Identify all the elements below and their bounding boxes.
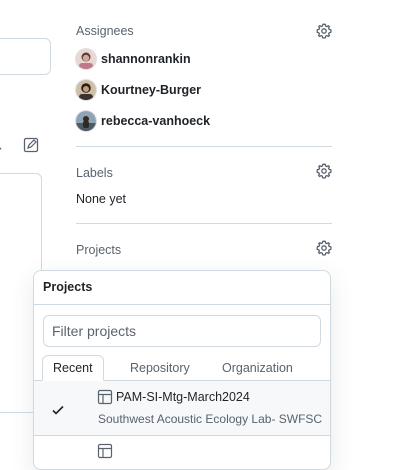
filter-projects-input[interactable] [43, 315, 321, 347]
table-icon [97, 443, 113, 464]
project-item[interactable]: PAM-SI-Mtg-March2024 Southwest Acoustic … [34, 381, 330, 435]
labels-gear-icon[interactable] [316, 163, 332, 179]
projects-popover: Projects Recent Repository Organization … [33, 270, 331, 470]
assignee-item[interactable]: shannonrankin [76, 48, 191, 70]
tab-recent[interactable]: Recent [42, 355, 104, 381]
labels-heading: Labels [76, 166, 113, 180]
section-divider [76, 146, 332, 147]
project-title: PAM-SI-Mtg-March2024 [116, 390, 250, 404]
assignees-heading: Assignees [76, 24, 134, 38]
avatar [76, 49, 96, 69]
popover-title: Projects [43, 280, 93, 294]
tab-repository[interactable]: Repository [130, 355, 190, 381]
assignee-name: rebecca-vanhoeck [101, 114, 211, 128]
row-divider [34, 435, 330, 436]
section-divider [76, 223, 332, 224]
tab-organization[interactable]: Organization [222, 355, 293, 381]
avatar [76, 111, 96, 131]
title-input-fragment[interactable] [0, 38, 51, 75]
assignee-item[interactable]: Kourtney-Burger [76, 79, 201, 101]
popover-header-divider [34, 304, 330, 305]
projects-gear-icon[interactable] [316, 240, 332, 256]
check-icon [51, 403, 65, 422]
project-description: Southwest Acoustic Ecology Lab- SWFSC [98, 412, 323, 426]
assignee-item[interactable]: rebecca-vanhoeck [76, 110, 210, 132]
assignee-name: Kourtney-Burger [101, 83, 202, 97]
edit-square-icon[interactable] [23, 137, 39, 158]
avatar [76, 80, 96, 100]
assignee-name: shannonrankin [101, 52, 191, 66]
projects-heading: Projects [76, 243, 122, 257]
sort-icon[interactable] [0, 138, 8, 159]
labels-value: None yet [76, 192, 127, 206]
assignees-gear-icon[interactable] [316, 23, 332, 39]
